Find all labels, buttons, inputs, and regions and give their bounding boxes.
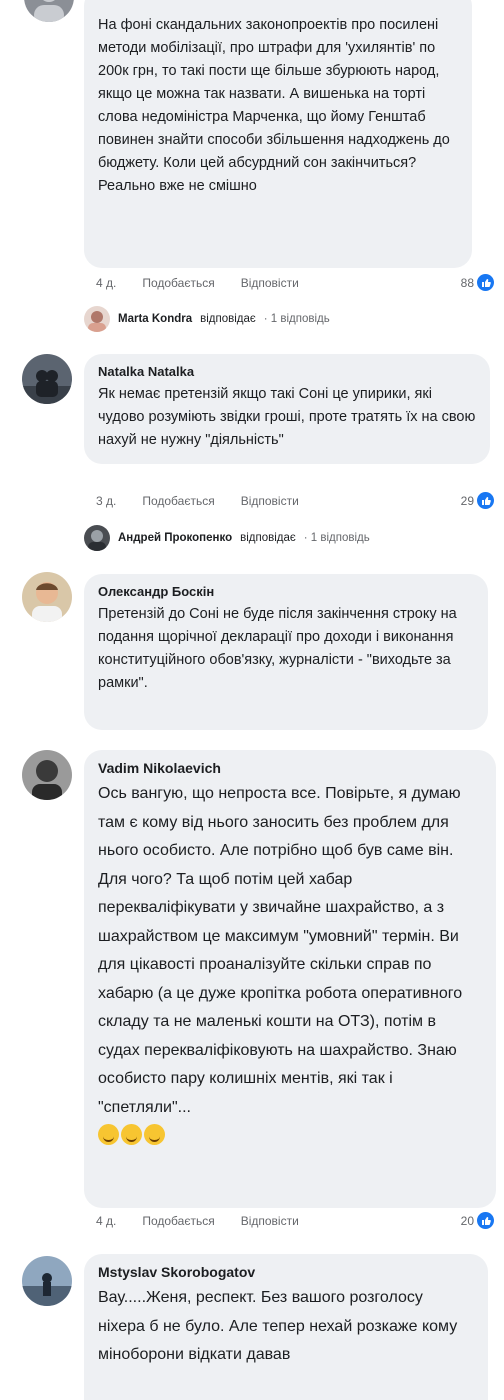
comment-thread-2: Natalka Natalka Як немає претензій якщо … xyxy=(0,332,504,554)
avatar[interactable] xyxy=(24,0,74,22)
reply-count: · 1 відповідь xyxy=(303,532,370,544)
reply-action: відповідає xyxy=(240,532,296,544)
comment-bubble: Natalka Natalka Як немає претензій якщо … xyxy=(84,354,490,464)
avatar[interactable] xyxy=(22,750,72,800)
reply-summary[interactable]: Marta Kondra відповідає · 1 відповідь xyxy=(84,306,330,332)
comment-text: Претензій до Соні не буде після закінчен… xyxy=(98,606,457,691)
like-icon xyxy=(477,1212,494,1229)
reaction-count[interactable]: 20 xyxy=(461,1212,494,1229)
comment-text: Як немає претензій якщо такі Соні це упи… xyxy=(98,386,476,448)
like-button[interactable]: Подобається xyxy=(142,494,214,508)
comment-author[interactable]: Олександр Боскін xyxy=(98,584,474,599)
comment-author[interactable]: Mstyslav Skorobogatov xyxy=(98,1264,474,1280)
comment-bubble: Vadim Nikolaevich Ось вангую, що непрост… xyxy=(84,750,496,1208)
comment-text: На фоні скандальних законопроектів про п… xyxy=(98,17,450,194)
comment-actions: 4 д. Подобається Відповісти xyxy=(96,1214,299,1228)
comment-bubble: Mstyslav Skorobogatov Вау.....Женя, респ… xyxy=(84,1254,488,1400)
comment-time[interactable]: 3 д. xyxy=(96,494,116,508)
reply-count: · 1 відповідь xyxy=(263,313,330,325)
comment-time[interactable]: 4 д. xyxy=(96,276,116,290)
comment-thread-4: Vadim Nikolaevich Ось вангую, що непрост… xyxy=(0,736,504,1246)
reply-button[interactable]: Відповісти xyxy=(241,494,299,508)
comment-text: Ось вангую, що непроста все. Повірьте, я… xyxy=(98,785,463,1116)
avatar[interactable] xyxy=(22,354,72,404)
reaction-count[interactable]: 29 xyxy=(461,492,494,509)
reply-author[interactable]: Андрей Прокопенко xyxy=(118,532,232,544)
avatar[interactable] xyxy=(22,572,72,622)
comment-thread-5: Mstyslav Skorobogatov Вау.....Женя, респ… xyxy=(0,1246,504,1400)
emoji-icon xyxy=(144,1124,165,1145)
like-button[interactable]: Подобається xyxy=(142,276,214,290)
comment-thread-3: Олександр Боскін Претензій до Соні не бу… xyxy=(0,554,504,736)
like-icon xyxy=(477,274,494,291)
comment-thread-1: На фоні скандальних законопроектів про п… xyxy=(0,0,504,332)
avatar xyxy=(84,306,110,332)
emoji-icon xyxy=(121,1124,142,1145)
emoji-icon xyxy=(98,1124,119,1145)
comment-bubble: На фоні скандальних законопроектів про п… xyxy=(84,0,472,268)
avatar xyxy=(84,525,110,551)
avatar[interactable] xyxy=(22,1256,72,1306)
emoji-group xyxy=(98,1124,482,1145)
comment-text: Вау.....Женя, респект. Без вашого розгол… xyxy=(98,1289,458,1363)
reply-summary[interactable]: Андрей Прокопенко відповідає · 1 відпові… xyxy=(84,525,370,551)
comment-bubble: Олександр Боскін Претензій до Соні не бу… xyxy=(84,574,488,730)
like-button[interactable]: Подобається xyxy=(142,1214,214,1228)
comment-actions: 4 д. Подобається Відповісти xyxy=(96,276,299,290)
comment-time[interactable]: 4 д. xyxy=(96,1214,116,1228)
comment-actions: 3 д. Подобається Відповісти xyxy=(96,494,299,508)
reply-action: відповідає xyxy=(200,313,256,325)
like-icon xyxy=(477,492,494,509)
comment-author[interactable]: Natalka Natalka xyxy=(98,364,476,379)
reaction-count[interactable]: 88 xyxy=(461,274,494,291)
reply-button[interactable]: Відповісти xyxy=(241,1214,299,1228)
comment-author[interactable]: Vadim Nikolaevich xyxy=(98,760,482,776)
reply-author[interactable]: Marta Kondra xyxy=(118,313,192,325)
reply-button[interactable]: Відповісти xyxy=(241,276,299,290)
